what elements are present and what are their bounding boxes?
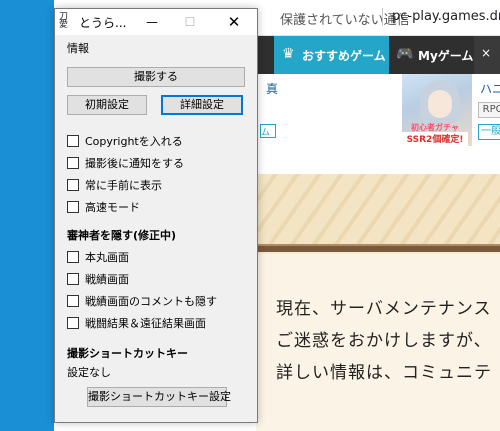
hotkey-settings-button[interactable]: 撮影ショートカットキー設定 — [87, 387, 231, 407]
option-label: 本丸画面 — [85, 251, 129, 264]
option-notify[interactable]: 撮影後に通知をする — [67, 155, 247, 171]
checkbox[interactable] — [67, 135, 79, 147]
game-frame[interactable]: 現在、サーバメンテナンス ご迷惑をおかけしますが、 詳しい情報は、コミュニテ — [256, 174, 500, 431]
option-label: 高速モード — [85, 201, 140, 214]
option-always-on-top[interactable]: 常に手前に表示 — [67, 177, 247, 193]
address-separator — [382, 8, 383, 26]
checkbox[interactable] — [67, 201, 79, 213]
nav-close-label: × — [481, 46, 492, 60]
promo-tag-badge: 一般ゲ — [478, 124, 500, 140]
hotkey-section-title: 撮影ショートカットキー — [67, 347, 188, 360]
option-fast-mode[interactable]: 高速モード — [67, 199, 247, 215]
security-status[interactable]: 保護されていない通信 — [280, 9, 410, 28]
option-label: Copyrightを入れる — [85, 135, 183, 148]
nav-close-button[interactable]: × — [474, 36, 500, 74]
close-button[interactable]: ✕ — [219, 9, 249, 35]
capture-tool-window: 刀愛 とうら... — ☐ ✕ 情報 撮影する 初期設定 詳細設定 Copyri… — [54, 8, 258, 423]
nav-recommended-label: おすすめゲーム — [302, 49, 386, 63]
minimize-button[interactable]: — — [137, 9, 167, 35]
initial-settings-button[interactable]: 初期設定 — [67, 95, 147, 115]
banner-fragment-tag: ム — [260, 124, 276, 138]
url-text[interactable]: pc-play.games.dmm — [392, 9, 500, 24]
detail-settings-button[interactable]: 詳細設定 — [161, 95, 243, 115]
hide-section-title: 審神者を隠す(修正中) — [67, 229, 177, 242]
hide-record-comment[interactable]: 戦績画面のコメントも隠す — [67, 293, 247, 309]
checkbox[interactable] — [67, 251, 79, 263]
checkbox[interactable] — [67, 273, 79, 285]
title-bar[interactable]: 刀愛 とうら... — ☐ ✕ — [55, 9, 257, 35]
notice-line: 現在、サーバメンテナンス — [276, 299, 492, 319]
window-title: とうら... — [79, 16, 127, 30]
capture-button[interactable]: 撮影する — [67, 67, 245, 87]
notice-line: 詳しい情報は、コミュニテ — [276, 363, 492, 383]
option-label: 戦闘結果＆遠征結果画面 — [85, 317, 206, 330]
checkbox[interactable] — [67, 157, 79, 169]
desktop-background — [0, 0, 54, 431]
notice-line: ご迷惑をおかけしますが、 — [276, 331, 492, 351]
crown-icon: ♛ — [282, 46, 295, 62]
nav-my-games-label: Myゲーム — [418, 49, 474, 63]
option-label: 撮影後に通知をする — [85, 157, 184, 170]
hotkey-value: 設定なし — [67, 366, 111, 379]
maintenance-notice: 現在、サーバメンテナンス ご迷惑をおかけしますが、 詳しい情報は、コミュニテ — [256, 254, 500, 431]
maximize-button[interactable]: ☐ — [175, 9, 205, 35]
banner-fragment-text[interactable]: 真 — [266, 80, 278, 97]
notice-bar — [256, 244, 500, 252]
hide-battle-result[interactable]: 戦闘結果＆遠征結果画面 — [67, 315, 247, 331]
nav-recommended-games[interactable]: ♛ おすすめゲーム — [274, 36, 389, 74]
gamepad-icon: 🎮 — [396, 46, 414, 62]
promo-title[interactable]: ハニー — [480, 80, 500, 97]
option-label: 常に手前に表示 — [85, 179, 162, 192]
checkbox[interactable] — [67, 295, 79, 307]
hide-honmaru[interactable]: 本丸画面 — [67, 249, 247, 265]
option-label: 戦績画面 — [85, 273, 129, 286]
game-ornament — [256, 174, 500, 244]
promo-genre-badge: RPG — [478, 102, 500, 118]
promo-badge-bottom: SSR2個確定! — [402, 132, 468, 146]
option-copyright[interactable]: Copyrightを入れる — [67, 133, 247, 149]
menu-info[interactable]: 情報 — [67, 40, 89, 56]
character-face — [428, 90, 452, 118]
checkbox[interactable] — [67, 179, 79, 191]
hide-record-screen[interactable]: 戦績画面 — [67, 271, 247, 287]
option-label: 戦績画面のコメントも隠す — [85, 295, 217, 308]
checkbox[interactable] — [67, 317, 79, 329]
app-icon: 刀愛 — [59, 12, 69, 30]
